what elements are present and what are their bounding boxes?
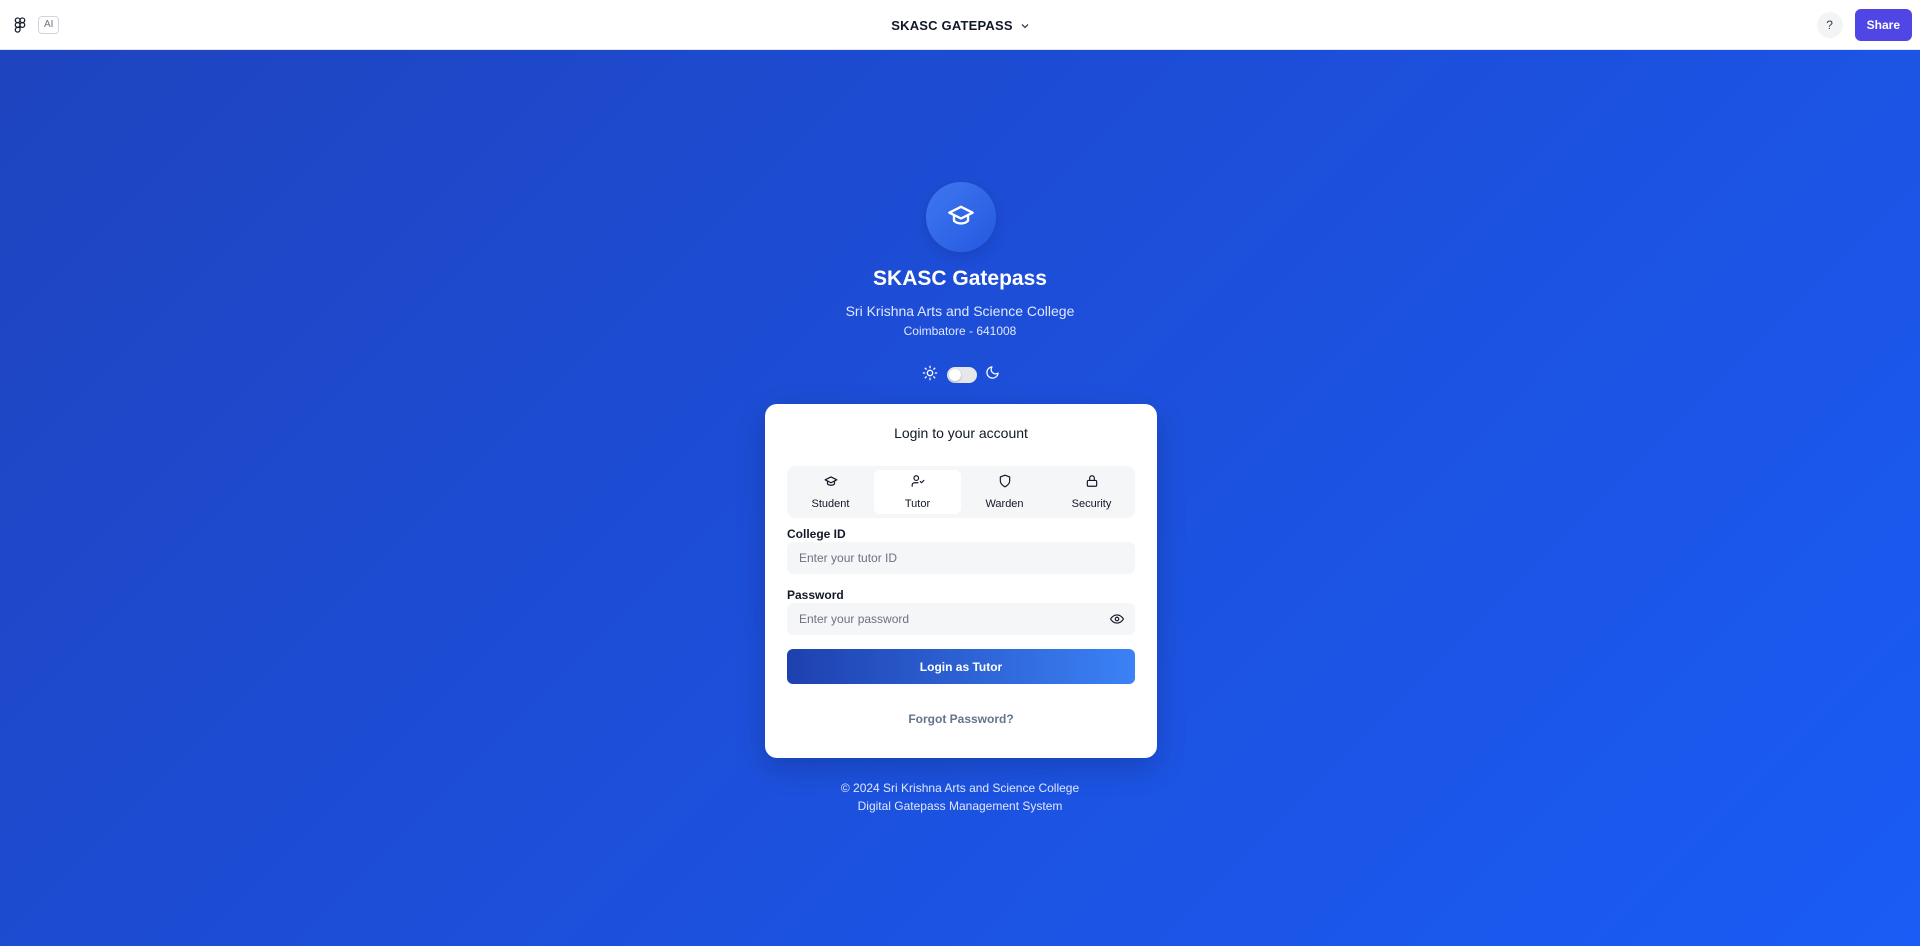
college-name: Sri Krishna Arts and Science College: [845, 303, 1075, 319]
top-bar-right: ? Share: [1816, 0, 1912, 50]
tab-label: Tutor: [904, 498, 931, 510]
theme-switcher: [922, 365, 1000, 385]
help-button[interactable]: ?: [1816, 12, 1843, 38]
shield-icon: [998, 474, 1012, 493]
password-input[interactable]: [787, 603, 1135, 635]
tab-tutor[interactable]: Tutor: [874, 470, 961, 514]
forgot-password-link[interactable]: Forgot Password?: [765, 712, 1157, 726]
theme-toggle-knob: [948, 369, 961, 381]
theme-toggle[interactable]: [946, 367, 977, 383]
footer-system-name: Digital Gatepass Management System: [857, 799, 1063, 813]
tab-warden[interactable]: Warden: [961, 466, 1048, 518]
tab-label: Warden: [985, 498, 1024, 510]
chevron-down-icon: [1021, 16, 1029, 34]
share-button[interactable]: Share: [1854, 9, 1912, 41]
college-id-input[interactable]: [787, 542, 1135, 574]
project-title-dropdown[interactable]: SKASC GATEPASS: [891, 16, 1029, 34]
password-label: Password: [787, 588, 844, 602]
login-button[interactable]: Login as Tutor: [787, 649, 1135, 684]
figma-icon[interactable]: [14, 16, 28, 34]
ai-badge[interactable]: AI: [38, 16, 60, 34]
lock-icon: [1085, 474, 1099, 493]
graduation-cap-icon: [945, 201, 977, 234]
college-location: Coimbatore - 641008: [903, 324, 1017, 338]
graduation-cap-icon: [824, 474, 838, 493]
moon-icon: [985, 365, 1000, 385]
eye-icon[interactable]: [1110, 612, 1128, 626]
login-heading: Login to your account: [894, 425, 1028, 441]
sun-icon: [922, 365, 938, 386]
top-bar-left: AI: [14, 0, 60, 50]
top-bar: AI SKASC GATEPASS ? Share: [0, 0, 1920, 50]
tab-security[interactable]: Security: [1048, 466, 1135, 518]
college-id-label: College ID: [787, 527, 846, 541]
tab-student[interactable]: Student: [787, 466, 874, 518]
login-card: Login to your account Student Tutor Ward…: [765, 404, 1157, 758]
role-tabs: Student Tutor Warden Security: [787, 466, 1135, 518]
tab-label: Student: [811, 498, 850, 510]
user-check-icon: [911, 474, 925, 493]
project-title: SKASC GATEPASS: [891, 17, 1013, 33]
footer-copyright: © 2024 Sri Krishna Arts and Science Coll…: [840, 781, 1080, 795]
app-title: SKASC Gatepass: [873, 267, 1047, 290]
tab-label: Security: [1071, 498, 1112, 510]
top-bar-center: SKASC GATEPASS: [0, 0, 1920, 50]
app-logo: [926, 182, 996, 252]
